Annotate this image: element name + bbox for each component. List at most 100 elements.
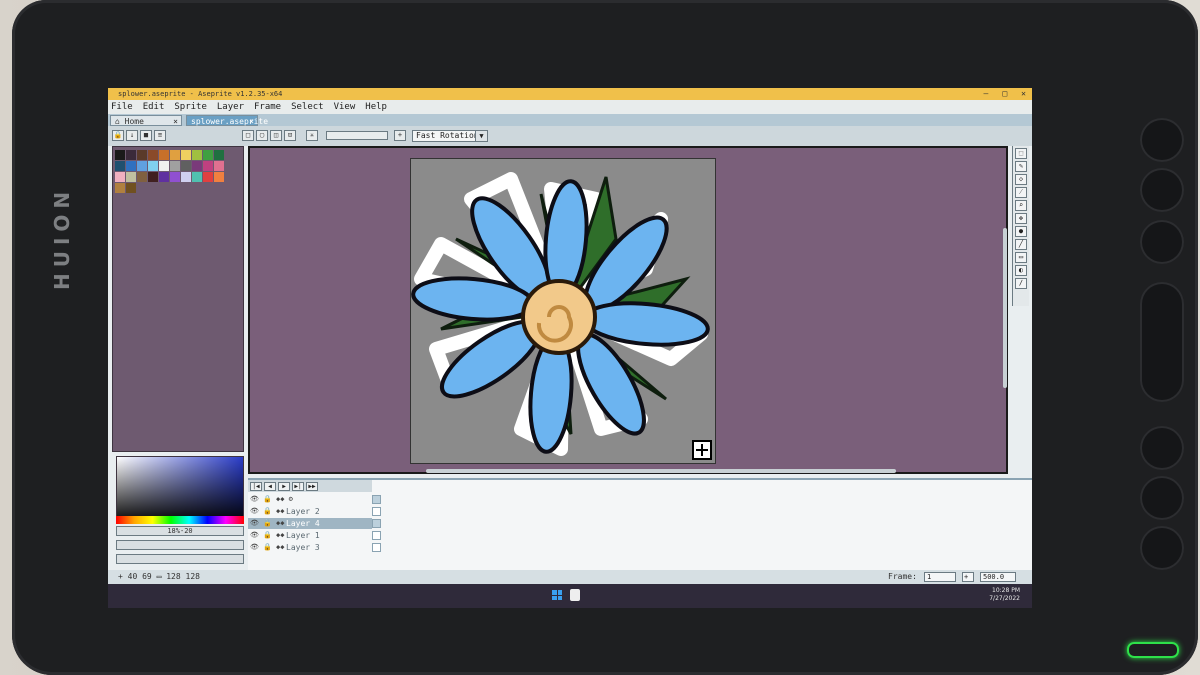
express-key[interactable] bbox=[1140, 476, 1184, 520]
palette-swatch[interactable] bbox=[192, 172, 202, 182]
layer-row-2[interactable]: 👁 🔒 ◆◆ Layer 2 bbox=[248, 506, 372, 517]
layer-row-1[interactable]: 👁 🔒 ◆◆ Layer 1 bbox=[248, 530, 372, 541]
palette-swatch[interactable] bbox=[214, 161, 224, 171]
color-bar[interactable] bbox=[116, 554, 244, 564]
palette-swatch[interactable] bbox=[170, 172, 180, 182]
windows-start-icon[interactable] bbox=[552, 590, 562, 600]
visibility-icon[interactable]: 👁 🔒 ◆◆ bbox=[250, 542, 284, 553]
palette-swatch[interactable] bbox=[126, 161, 136, 171]
palette-swatch[interactable] bbox=[115, 161, 125, 171]
transparent-color-slider[interactable] bbox=[326, 131, 388, 140]
contour-tool-icon[interactable]: ◐ bbox=[1015, 265, 1027, 276]
palette-swatch[interactable] bbox=[115, 150, 125, 160]
next-frame-icon[interactable]: ▶| bbox=[292, 482, 304, 491]
hue-slider[interactable] bbox=[116, 516, 244, 524]
last-frame-icon[interactable]: ▶▶ bbox=[306, 482, 318, 491]
palette-swatch[interactable] bbox=[203, 161, 213, 171]
express-key[interactable] bbox=[1140, 220, 1184, 264]
palette-swatch[interactable] bbox=[214, 172, 224, 182]
vertical-scrollbar[interactable] bbox=[1003, 228, 1007, 388]
palette-swatch[interactable] bbox=[115, 183, 125, 193]
express-key[interactable] bbox=[1140, 118, 1184, 162]
previous-frame-icon[interactable]: ◀ bbox=[264, 482, 276, 491]
palette-swatch[interactable] bbox=[203, 172, 213, 182]
eyedropper-tool-icon[interactable]: ⁄ bbox=[1015, 187, 1027, 198]
rotation-algorithm-select[interactable]: Fast Rotation ▼ bbox=[412, 130, 488, 142]
add-selection-icon[interactable]: ▢ bbox=[256, 130, 268, 141]
frame-header-cell[interactable] bbox=[372, 495, 381, 504]
subtract-selection-icon[interactable]: ◫ bbox=[270, 130, 282, 141]
express-key[interactable] bbox=[1140, 526, 1184, 570]
palette-swatch[interactable] bbox=[126, 183, 136, 193]
cel[interactable] bbox=[372, 507, 381, 516]
visibility-icon[interactable]: 👁 🔒 ◆◆ bbox=[250, 530, 284, 541]
horizontal-scrollbar[interactable] bbox=[426, 469, 896, 473]
selection-mode-icon[interactable]: □ bbox=[242, 130, 254, 141]
aseprite-app-icon[interactable] bbox=[570, 589, 580, 601]
pencil-tool-icon[interactable]: ✎ bbox=[1015, 161, 1027, 172]
system-clock[interactable]: 10:28 PM 7/27/2022 bbox=[989, 587, 1020, 603]
tab-splower[interactable]: splower.aseprite × bbox=[186, 115, 268, 126]
express-key[interactable] bbox=[1140, 168, 1184, 212]
palette-swatch[interactable] bbox=[148, 172, 158, 182]
add-frame-button[interactable]: + bbox=[962, 572, 974, 582]
cel[interactable] bbox=[372, 519, 381, 528]
menu-sprite[interactable]: Sprite bbox=[174, 100, 207, 114]
palette-swatch[interactable] bbox=[203, 150, 213, 160]
marquee-tool-icon[interactable]: ⬚ bbox=[1015, 148, 1027, 159]
palette-swatch[interactable] bbox=[137, 161, 147, 171]
palette-swatch[interactable] bbox=[214, 150, 224, 160]
express-key-large[interactable] bbox=[1140, 282, 1184, 402]
minimize-button[interactable]: – bbox=[984, 88, 989, 100]
palette-swatch[interactable] bbox=[170, 150, 180, 160]
lock-icon[interactable]: 🔒 bbox=[112, 130, 124, 141]
palette-swatch[interactable] bbox=[159, 150, 169, 160]
cel[interactable] bbox=[372, 531, 381, 540]
menu-select[interactable]: Select bbox=[291, 100, 324, 114]
menu-frame[interactable]: Frame bbox=[254, 100, 281, 114]
layer-row-4[interactable]: 👁 🔒 ◆◆ Layer 4 bbox=[248, 518, 372, 529]
zoom-tool-icon[interactable]: ⌕ bbox=[1015, 200, 1027, 211]
frame-input[interactable]: 1 bbox=[924, 572, 956, 582]
zoom-field[interactable]: 500.0 bbox=[980, 572, 1016, 582]
palette-swatch[interactable] bbox=[181, 161, 191, 171]
move-tool-icon[interactable]: ✥ bbox=[1015, 213, 1027, 224]
menu-help[interactable]: Help bbox=[365, 100, 387, 114]
visibility-icon[interactable]: 👁 🔒 ◆◆ bbox=[250, 506, 284, 517]
maximize-button[interactable]: □ bbox=[1002, 88, 1007, 100]
palette-swatch[interactable] bbox=[126, 150, 136, 160]
palette-swatch[interactable] bbox=[181, 150, 191, 160]
blur-tool-icon[interactable]: ∕ bbox=[1015, 278, 1027, 289]
palette-swatch[interactable] bbox=[137, 172, 147, 182]
palette-swatch[interactable] bbox=[115, 172, 125, 182]
palette-menu-icon[interactable]: ≡ bbox=[154, 130, 166, 141]
sort-icon[interactable]: ↓ bbox=[126, 130, 138, 141]
pivot-icon[interactable]: ✳ bbox=[306, 130, 318, 141]
express-key[interactable] bbox=[1140, 426, 1184, 470]
palette-swatch[interactable] bbox=[181, 172, 191, 182]
line-tool-icon[interactable]: ╱ bbox=[1015, 239, 1027, 250]
eraser-tool-icon[interactable]: ◇ bbox=[1015, 174, 1027, 185]
cel[interactable] bbox=[372, 543, 381, 552]
palette-swatch[interactable] bbox=[137, 150, 147, 160]
play-icon[interactable]: ▶ bbox=[278, 482, 290, 491]
palette-swatch[interactable] bbox=[159, 172, 169, 182]
sprite-canvas[interactable] bbox=[410, 158, 716, 464]
menu-layer[interactable]: Layer bbox=[217, 100, 244, 114]
palette-swatch[interactable] bbox=[170, 161, 180, 171]
fill-tool-icon[interactable]: ● bbox=[1015, 226, 1027, 237]
palette-swatch[interactable] bbox=[192, 150, 202, 160]
close-button[interactable]: ✕ bbox=[1021, 88, 1026, 100]
palette-swatch[interactable] bbox=[148, 161, 158, 171]
intersect-selection-icon[interactable]: ⊡ bbox=[284, 130, 296, 141]
layer-row-3[interactable]: 👁 🔒 ◆◆ Layer 3 bbox=[248, 542, 372, 553]
tab-home[interactable]: ⌂ Home × bbox=[110, 115, 182, 126]
save-palette-icon[interactable]: ■ bbox=[140, 130, 152, 141]
palette-swatch[interactable] bbox=[148, 150, 158, 160]
menu-view[interactable]: View bbox=[334, 100, 356, 114]
palette-swatch[interactable] bbox=[192, 161, 202, 171]
color-value-field[interactable]: 18%-20 bbox=[116, 526, 244, 536]
first-frame-icon[interactable]: |◀ bbox=[250, 482, 262, 491]
menu-file[interactable]: File bbox=[111, 100, 133, 114]
options-icon[interactable]: + bbox=[394, 130, 406, 141]
